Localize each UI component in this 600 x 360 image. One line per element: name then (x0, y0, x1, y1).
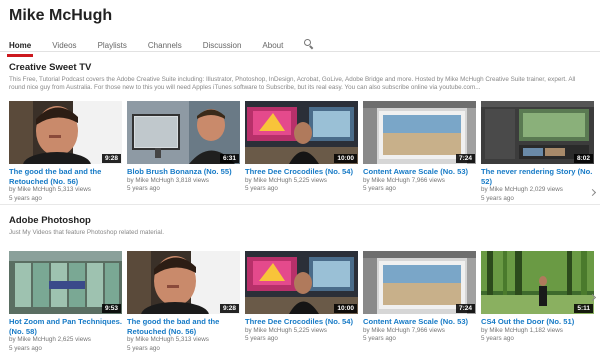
video-duration: 9:53 (101, 304, 121, 313)
video-meta: by Mike McHugh 5,225 views (245, 326, 327, 334)
video-meta: by Mike McHugh 3,818 views (127, 176, 209, 184)
video-card[interactable]: 10:00 Three Dee Crocodiles (No. 54) by M… (245, 251, 358, 353)
video-age: 5 years ago (9, 344, 42, 352)
video-meta: by Mike McHugh 2,029 views (481, 186, 563, 193)
video-age: 5 years ago (127, 344, 160, 352)
video-title[interactable]: Hot Zoom and Pan Techniques. (No. 58) (9, 317, 122, 336)
video-age: 5 years ago (481, 194, 514, 202)
video-title[interactable]: Blob Brush Bonanza (No. 55) (127, 167, 240, 177)
video-card[interactable]: 10:00 Three Dee Crocodiles (No. 54) by M… (245, 101, 358, 203)
shelf-description: This Free, Tutorial Podcast covers the A… (9, 76, 576, 91)
video-title[interactable]: Three Dee Crocodiles (No. 54) (245, 167, 358, 177)
shelf-title[interactable]: Creative Sweet TV (9, 62, 591, 74)
video-duration: 7:24 (455, 304, 475, 313)
search-icon[interactable] (304, 39, 314, 49)
video-meta: by Mike McHugh 5,313 views (127, 336, 209, 343)
video-thumbnail[interactable]: 6:31 (127, 101, 240, 164)
video-duration: 5:11 (574, 304, 593, 313)
video-age: 5 years ago (245, 185, 278, 192)
video-duration: 7:24 (455, 154, 475, 163)
video-title[interactable]: The good the bad and the Retouched (No. … (127, 317, 240, 336)
video-card[interactable]: 7:24 Content Aware Scale (No. 53) by Mik… (363, 101, 476, 203)
video-meta: by Mike McHugh 7,966 views (363, 176, 445, 184)
video-duration: 10:00 (334, 154, 357, 163)
video-card[interactable]: 9:28 The good the bad and the Retouched … (127, 251, 240, 353)
video-card[interactable]: 6:31 Blob Brush Bonanza (No. 55) by Mike… (127, 101, 240, 203)
video-meta: by Mike McHugh 5,225 views (245, 176, 327, 184)
channel-header: Mike McHugh Home Videos Playlists Channe… (0, 0, 600, 57)
video-age: 5 years ago (127, 185, 160, 192)
video-duration: 6:31 (219, 154, 239, 163)
video-title[interactable]: Content Aware Scale (No. 53) (363, 167, 476, 177)
video-shelf: 9:53 Hot Zoom and Pan Techniques. (No. 5… (9, 251, 594, 353)
video-meta: by Mike McHugh 5,313 views (9, 186, 91, 193)
channel-name[interactable]: Mike McHugh (9, 5, 591, 27)
video-title[interactable]: The never rendering Story (No. 52) (481, 167, 594, 186)
video-title[interactable]: Three Dee Crocodiles (No. 54) (245, 317, 358, 327)
video-thumbnail[interactable]: 10:00 (245, 251, 358, 314)
video-duration: 9:28 (219, 304, 239, 313)
video-meta: by Mike McHugh 7,966 views (363, 326, 445, 334)
video-thumbnail[interactable]: 7:24 (363, 101, 476, 164)
video-thumbnail[interactable]: 8:02 (481, 101, 594, 164)
chevron-right-icon[interactable] (590, 188, 597, 200)
video-thumbnail[interactable]: 5:11 (481, 251, 594, 314)
video-card[interactable]: 9:28 The good the bad and the Retouched … (9, 101, 122, 203)
shelf-section: Adobe Photoshop Just My Videos that feat… (0, 205, 600, 355)
video-card[interactable]: 9:53 Hot Zoom and Pan Techniques. (No. 5… (9, 251, 122, 353)
video-thumbnail[interactable]: 9:28 (9, 101, 122, 164)
shelf-description: Just My Videos that feature Photoshop re… (9, 229, 164, 236)
video-card[interactable]: 8:02 The never rendering Story (No. 52) … (481, 101, 594, 203)
shelf-section: Creative Sweet TV This Free, Tutorial Po… (0, 52, 600, 205)
video-shelf: 9:28 The good the bad and the Retouched … (9, 101, 594, 203)
video-title[interactable]: Content Aware Scale (No. 53) (363, 317, 476, 327)
video-thumbnail[interactable]: 9:28 (127, 251, 240, 314)
video-age: 5 years ago (363, 185, 396, 192)
video-meta: by Mike McHugh 1,182 views (481, 326, 563, 334)
video-card[interactable]: 5:11 CS4 Out the Door (No. 51) by Mike M… (481, 251, 594, 353)
shelf-title[interactable]: Adobe Photoshop (9, 215, 591, 227)
video-age: 5 years ago (481, 335, 514, 342)
video-duration: 9:28 (101, 154, 121, 163)
video-duration: 10:00 (334, 304, 357, 313)
video-card[interactable]: 7:24 Content Aware Scale (No. 53) by Mik… (363, 251, 476, 353)
video-duration: 8:02 (573, 154, 593, 163)
video-title[interactable]: CS4 Out the Door (No. 51) (481, 317, 594, 327)
video-thumbnail[interactable]: 9:53 (9, 251, 122, 314)
video-title[interactable]: The good the bad and the Retouched (No. … (9, 167, 122, 186)
video-thumbnail[interactable]: 10:00 (245, 101, 358, 164)
video-meta: by Mike McHugh 2,625 views (9, 336, 91, 343)
chevron-right-icon[interactable] (590, 293, 597, 305)
video-age: 5 years ago (245, 335, 278, 342)
video-age: 5 years ago (9, 194, 42, 202)
video-age: 5 years ago (363, 335, 396, 342)
channel-content: Creative Sweet TV This Free, Tutorial Po… (0, 52, 600, 355)
video-thumbnail[interactable]: 7:24 (363, 251, 476, 314)
